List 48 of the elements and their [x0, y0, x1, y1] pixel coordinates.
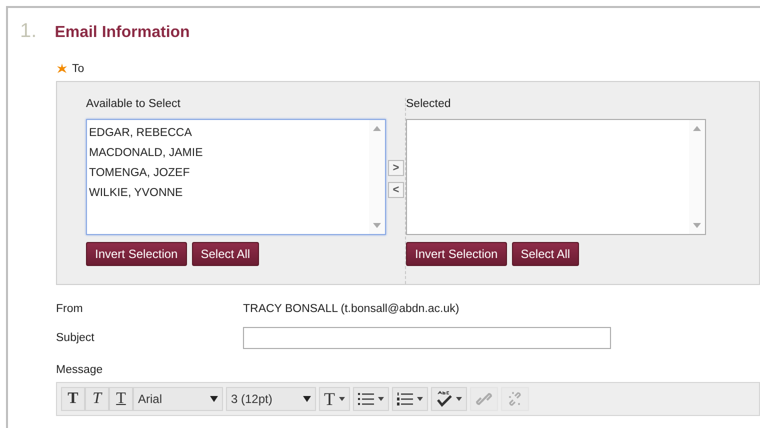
list-label: Selected [406, 98, 452, 112]
list-action-button[interactable]: Invert Selection [86, 242, 187, 266]
caret-icon [378, 397, 384, 401]
bold-button[interactable]: T [61, 387, 85, 411]
scroll-up-icon[interactable] [373, 126, 381, 131]
caret-icon [339, 397, 345, 401]
list-box[interactable]: EDGAR, REBECCA MACDONALD, JAMIE TOMENGA, JOZEF WILKIE, YVONNE [86, 119, 386, 235]
spellcheck-button[interactable] [431, 387, 467, 411]
numbered-list-icon [397, 392, 413, 406]
from-label: From [56, 303, 84, 315]
dropdown-arrow-icon [303, 396, 311, 402]
subject-label: Subject [56, 332, 96, 344]
list-action-button[interactable]: Invert Selection [406, 242, 507, 266]
list-option[interactable]: MACDONALD, JAMIE [89, 143, 367, 163]
scroll-down-icon[interactable] [693, 223, 701, 228]
underline-button[interactable]: T [109, 387, 133, 411]
link-icon [476, 391, 492, 407]
list-label: Available to Select [86, 98, 182, 112]
list-action-button[interactable]: Select All [512, 242, 580, 266]
list-option[interactable]: TOMENGA, JOZEF [89, 163, 367, 183]
numbered-list-button[interactable] [392, 387, 428, 411]
caret-icon [456, 397, 462, 401]
list-option[interactable]: WILKIE, YVONNE [89, 183, 367, 203]
scrollbar[interactable] [369, 120, 385, 234]
scroll-up-icon[interactable] [693, 126, 701, 131]
move-button[interactable]: < [388, 182, 404, 198]
from-value: TRACY BONSALL (t.bonsall@abdn.ac.uk) [243, 303, 460, 315]
list-box[interactable] [406, 119, 706, 235]
subject-field[interactable] [243, 327, 611, 349]
section-title: Email Information [54, 24, 190, 42]
to-label: To [72, 63, 84, 75]
unlink-icon [507, 391, 523, 407]
toolbar-select[interactable]: Arial [133, 387, 223, 411]
message-label: Message [56, 364, 104, 376]
section-number: 1. [20, 20, 37, 43]
toolbar-select[interactable]: 3 (12pt) [226, 387, 316, 411]
scroll-down-icon[interactable] [373, 223, 381, 228]
move-button[interactable]: > [388, 160, 404, 176]
scrollbar[interactable] [689, 120, 705, 234]
dropdown-arrow-icon [210, 396, 218, 402]
list-option[interactable]: EDGAR, REBECCA [89, 123, 367, 143]
spellcheck-icon [436, 391, 452, 407]
bullet-list-icon [358, 392, 374, 406]
caret-icon [417, 397, 423, 401]
bullet-list-button[interactable] [353, 387, 389, 411]
list-action-button[interactable]: Select All [192, 242, 260, 266]
text-color-button[interactable]: T [319, 387, 350, 411]
italic-button[interactable]: T [85, 387, 109, 411]
